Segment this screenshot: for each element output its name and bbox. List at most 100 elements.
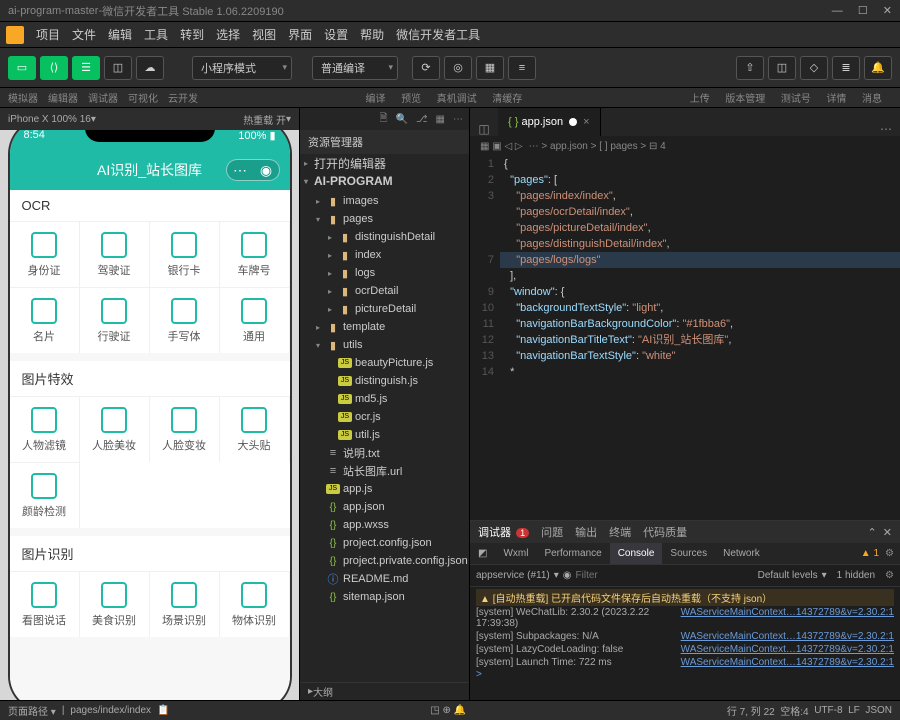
file-item[interactable]: JSutil.js	[300, 426, 469, 444]
gear-icon[interactable]: ⚙	[885, 548, 894, 559]
sidebar-icon[interactable]: ◫	[470, 122, 498, 136]
file-item[interactable]: {}sitemap.json	[300, 588, 469, 606]
gear-icon[interactable]: ⚙	[885, 570, 894, 581]
grid-item[interactable]: 名片	[10, 287, 80, 353]
simulator-toggle[interactable]: ▭	[8, 56, 36, 80]
grid-item[interactable]: 大头贴	[220, 396, 290, 462]
breadcrumb[interactable]: ⋯ > app.json > [ ] pages > ⊟ 4	[529, 141, 666, 152]
editor-toggle[interactable]: ⟨⟩	[40, 56, 68, 80]
grid-item[interactable]: 人脸变妆	[150, 396, 220, 462]
network-tab[interactable]: Network	[715, 543, 768, 564]
file-item[interactable]: {}project.private.config.json	[300, 552, 469, 570]
warn-badge[interactable]: ▲ 1	[861, 548, 879, 559]
search-icon[interactable]: 🔍	[396, 114, 408, 125]
testid-button[interactable]: ◇	[800, 56, 828, 80]
code-line[interactable]: "navigationBarTextStyle": "white"	[500, 348, 900, 364]
cloud-toggle[interactable]: ☁	[136, 56, 164, 80]
menu-item[interactable]: 界面	[282, 28, 318, 42]
project-root[interactable]: ▾AI-PROGRAM	[300, 172, 469, 190]
grid-item[interactable]: 看图说话	[10, 571, 80, 637]
menu-item[interactable]: 项目	[30, 28, 66, 42]
pagepath-value[interactable]: pages/index/index	[70, 705, 151, 716]
file-item[interactable]: ≡说明.txt	[300, 444, 469, 462]
hotreload-status[interactable]: 热重载 开	[243, 112, 286, 127]
code-line[interactable]: "pages/distinguishDetail/index",	[500, 236, 900, 252]
console-tab[interactable]: Console	[610, 543, 663, 564]
detail-button[interactable]: ≣	[832, 56, 860, 80]
terminal-tab[interactable]: 终端	[609, 524, 631, 540]
code-line[interactable]: "pages/pictureDetail/index",	[500, 220, 900, 236]
menu-item[interactable]: 选择	[210, 28, 246, 42]
win-min-icon[interactable]: —	[832, 5, 843, 17]
grid-item[interactable]: 人物滤镜	[10, 396, 80, 462]
folder-item[interactable]: ▸▮logs	[300, 264, 469, 282]
pagepath-label[interactable]: 页面路径 ▾	[8, 703, 56, 718]
code-line[interactable]: "pages/logs/logs"	[500, 252, 900, 268]
ext-icon[interactable]: ▦	[436, 114, 445, 125]
debugger-tab[interactable]: 调试器 1	[478, 524, 529, 540]
grid-item[interactable]: 身份证	[10, 221, 80, 287]
grid-item[interactable]: 物体识别	[220, 571, 290, 637]
preview-button[interactable]: ◎	[444, 56, 472, 80]
folder-item[interactable]: ▾▮utils	[300, 336, 469, 354]
cursor-pos[interactable]: 行 7, 列 22	[727, 703, 775, 718]
compile-select[interactable]: 普通编译	[312, 56, 398, 80]
codeq-tab[interactable]: 代码质量	[643, 524, 687, 540]
menu-item[interactable]: 文件	[66, 28, 102, 42]
clearcache-button[interactable]: ≡	[508, 56, 536, 80]
version-button[interactable]: ◫	[768, 56, 796, 80]
device-info[interactable]: iPhone X 100% 16	[8, 114, 91, 125]
panel-close-icon[interactable]: ✕	[883, 526, 892, 539]
mode-select[interactable]: 小程序模式	[192, 56, 292, 80]
capsule-button[interactable]: ⋯◉	[226, 159, 280, 181]
editor-more-icon[interactable]: ⋯	[872, 122, 900, 136]
grid-item[interactable]: 美食识别	[80, 571, 150, 637]
grid-item[interactable]: 手写体	[150, 287, 220, 353]
wxml-tab[interactable]: Wxml	[495, 543, 536, 564]
panel-up-icon[interactable]: ⌃	[867, 526, 876, 539]
code-line[interactable]: "window": {	[500, 284, 900, 300]
compile-button[interactable]: ⟳	[412, 56, 440, 80]
folder-item[interactable]: ▸▮distinguishDetail	[300, 228, 469, 246]
filter-input[interactable]	[576, 570, 754, 581]
problems-tab[interactable]: 问题	[541, 524, 563, 540]
grid-item[interactable]: 颜龄检测	[10, 462, 80, 528]
hidden-count[interactable]: 1 hidden	[837, 570, 875, 581]
win-close-icon[interactable]: ✕	[883, 5, 892, 17]
explorer-icon[interactable]: 🗎	[380, 111, 388, 128]
outline-section[interactable]: ▸ 大纲	[300, 682, 469, 700]
context-select[interactable]: appservice (#11)	[476, 570, 550, 581]
file-item[interactable]: JSapp.js	[300, 480, 469, 498]
folder-item[interactable]: ▸▮index	[300, 246, 469, 264]
scm-icon[interactable]: ⎇	[416, 114, 428, 125]
grid-item[interactable]: 银行卡	[150, 221, 220, 287]
debugger-toggle[interactable]: ☰	[72, 56, 100, 80]
visual-toggle[interactable]: ◫	[104, 56, 132, 80]
menu-item[interactable]: 工具	[138, 28, 174, 42]
code-line[interactable]: "navigationBarBackgroundColor": "#1fbba6…	[500, 316, 900, 332]
grid-item[interactable]: 驾驶证	[80, 221, 150, 287]
encoding-info[interactable]: UTF-8	[814, 705, 842, 716]
sources-tab[interactable]: Sources	[662, 543, 715, 564]
code-line[interactable]: ],	[500, 268, 900, 284]
file-item[interactable]: ≡站长图库.url	[300, 462, 469, 480]
menu-item[interactable]: 视图	[246, 28, 282, 42]
folder-item[interactable]: ▾▮pages	[300, 210, 469, 228]
lang-info[interactable]: JSON	[865, 705, 892, 716]
open-editors[interactable]: ▸打开的编辑器	[300, 154, 469, 172]
grid-item[interactable]: 通用	[220, 287, 290, 353]
folder-item[interactable]: ▸▮images	[300, 192, 469, 210]
code-line[interactable]: "pages/ocrDetail/index",	[500, 204, 900, 220]
menu-item[interactable]: 设置	[318, 28, 354, 42]
folder-item[interactable]: ▸▮ocrDetail	[300, 282, 469, 300]
indent-info[interactable]: 空格:4	[780, 703, 808, 718]
file-item[interactable]: {}project.config.json	[300, 534, 469, 552]
file-item[interactable]: {}app.wxss	[300, 516, 469, 534]
file-item[interactable]: JSocr.js	[300, 408, 469, 426]
code-line[interactable]: {	[500, 156, 900, 172]
menu-item[interactable]: 帮助	[354, 28, 390, 42]
code-line[interactable]: "navigationBarTitleText": "AI识别_站长图库",	[500, 332, 900, 348]
win-max-icon[interactable]: ☐	[858, 5, 868, 17]
inspector-icon[interactable]: ◩	[470, 543, 495, 564]
performance-tab[interactable]: Performance	[536, 543, 609, 564]
